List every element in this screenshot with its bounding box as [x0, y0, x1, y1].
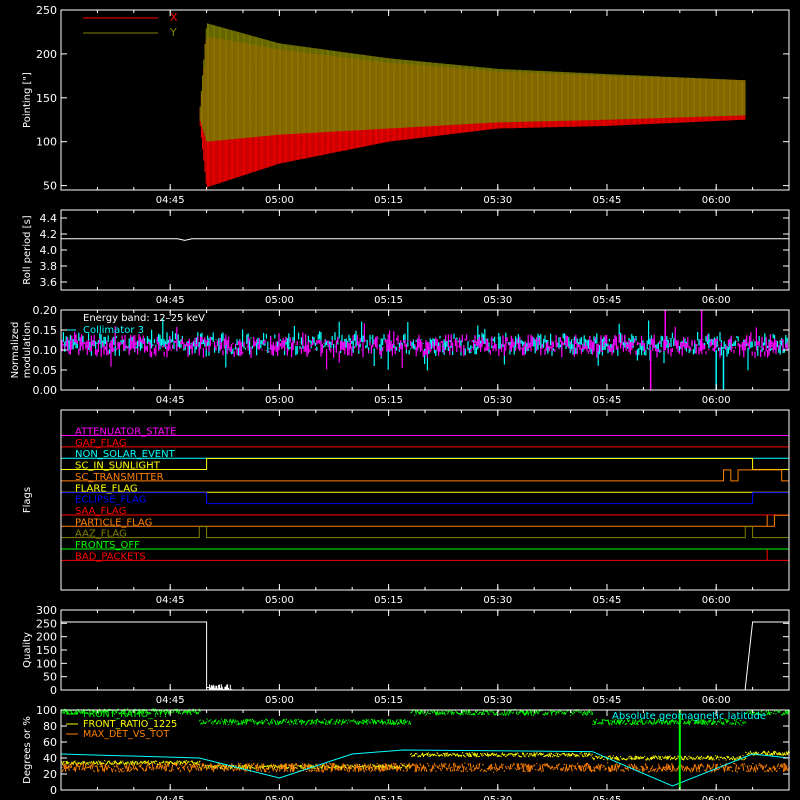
modulation-xtick-label: 05:30	[483, 395, 512, 406]
flags-xtick-label: 05:45	[593, 595, 622, 606]
ratios-ytick-label: 60	[43, 736, 57, 749]
modulation-xtick-label: 05:15	[374, 395, 403, 406]
modulation-energy-band: Energy band: 12–25 keV	[83, 313, 205, 324]
ratios-xtick-label: 05:30	[483, 795, 512, 800]
ratios-ytick-label: 0	[50, 784, 57, 797]
ratios-legend-label: MAX_DET_VS_TOT	[83, 729, 169, 740]
modulation-ytick-label: 0.15	[33, 324, 58, 337]
roll-xtick-label: 05:00	[265, 295, 294, 306]
flags-xtick-label: 06:00	[702, 595, 731, 606]
quality-ytick-label: 0	[50, 684, 57, 697]
roll-ytick-label: 4.0	[40, 244, 58, 257]
quality-ytick-label: 50	[43, 671, 57, 684]
quality-ytick-label: 250	[36, 617, 57, 630]
quality-ytick-label: 150	[36, 644, 57, 657]
flags-ylabel: Flags	[22, 487, 33, 513]
quality-xtick-label: 04:45	[156, 695, 185, 706]
ratios-xtick-label: 04:45	[156, 795, 185, 800]
quality-ytick-label: 100	[36, 657, 57, 670]
ratios-annotation: Absolute geomagnetic latitude	[612, 711, 766, 722]
roll-xtick-label: 05:30	[483, 295, 512, 306]
flags-xtick-label: 05:00	[265, 595, 294, 606]
roll-ytick-label: 3.8	[40, 260, 58, 273]
pointing-ytick-label: 250	[36, 4, 57, 17]
pointing-xtick-label: 05:15	[374, 195, 403, 206]
pointing-ytick-label: 50	[43, 180, 57, 193]
pointing-ytick-label: 200	[36, 48, 57, 61]
pointing-ytick-label: 150	[36, 92, 57, 105]
roll-xtick-label: 05:45	[593, 295, 622, 306]
quality-xtick-label: 05:15	[374, 695, 403, 706]
pointing-xtick-label: 04:45	[156, 195, 185, 206]
flags-xtick-label: 05:15	[374, 595, 403, 606]
ratios-xtick-label: 06:00	[702, 795, 731, 800]
roll-ytick-label: 3.6	[40, 276, 58, 289]
ratios-xtick-label: 05:15	[374, 795, 403, 800]
pointing-xtick-label: 06:00	[702, 195, 731, 206]
modulation-xtick-label: 05:45	[593, 395, 622, 406]
roll-ytick-label: 4.4	[40, 212, 58, 225]
ratios-xtick-label: 05:00	[265, 795, 294, 800]
roll-ytick-label: 4.2	[40, 228, 58, 241]
ratios-ytick-label: 80	[43, 720, 57, 733]
quality-xtick-label: 05:30	[483, 695, 512, 706]
roll-xtick-label: 04:45	[156, 295, 185, 306]
rhessi-quicklook-plot: XY04:45 05:00 05:15 05:30 05:45 06:0050100150…	[0, 0, 800, 800]
modulation-ylabel: Normalized	[10, 322, 21, 379]
ratios-ylabel: Degrees or %	[22, 716, 33, 784]
modulation-xtick-label: 05:00	[265, 395, 294, 406]
modulation-legend-label: Collimator 3	[83, 325, 144, 336]
quality-xtick-label: 05:00	[265, 695, 294, 706]
pointing-legend-label: Y	[169, 26, 177, 39]
modulation-ytick-label: 0.10	[33, 344, 58, 357]
quality-ytick-label: 200	[36, 631, 57, 644]
modulation-xtick-label: 04:45	[156, 395, 185, 406]
pointing-xtick-label: 05:00	[265, 195, 294, 206]
ratios-ytick-label: 40	[43, 752, 57, 765]
pointing-legend-label: X	[170, 11, 178, 24]
pointing-xtick-label: 05:45	[593, 195, 622, 206]
flags-xtick-label: 05:30	[483, 595, 512, 606]
flags-xtick-label: 04:45	[156, 595, 185, 606]
pointing-ytick-label: 100	[36, 136, 57, 149]
modulation-ytick-label: 0.05	[33, 364, 58, 377]
modulation-ylabel: modulation	[22, 322, 33, 379]
quality-ylabel: Quality	[22, 632, 33, 668]
quality-xtick-label: 05:45	[593, 695, 622, 706]
roll-xtick-label: 05:15	[374, 295, 403, 306]
pointing-xtick-label: 05:30	[483, 195, 512, 206]
roll-xtick-label: 06:00	[702, 295, 731, 306]
modulation-xtick-label: 06:00	[702, 395, 731, 406]
ratios-xtick-label: 05:45	[593, 795, 622, 800]
quality-xtick-label: 06:00	[702, 695, 731, 706]
flag-label: ECLIPSE_FLAG	[75, 495, 146, 506]
ratios-ytick-label: 20	[43, 768, 57, 781]
pointing-ylabel: Pointing ["]	[22, 72, 33, 128]
modulation-ytick-label: 0.20	[33, 304, 58, 317]
roll-ylabel: Roll period [s]	[22, 215, 33, 284]
quality-ytick-label: 300	[36, 604, 57, 617]
modulation-ytick-label: 0.00	[33, 384, 58, 397]
ratios-ytick-label: 100	[36, 704, 57, 717]
